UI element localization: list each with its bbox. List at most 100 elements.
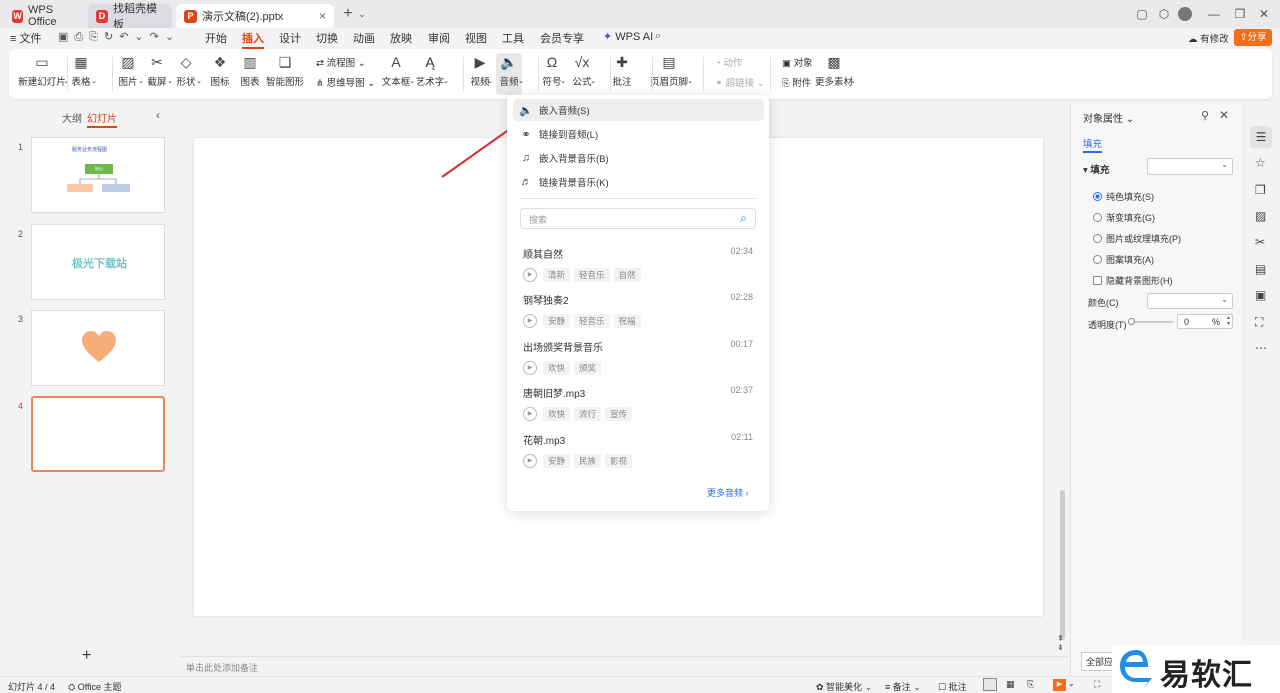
table-button[interactable]: ▦ 表格 ⌄ [67,53,97,95]
copy-icon[interactable]: ❐ [1255,183,1266,197]
quick-access-toolbar[interactable]: ▣⎙⎘↻↶⌄↷⌄ [58,30,180,44]
panel-title[interactable]: 对象属性 ⌄ [1083,110,1134,125]
menu-tools[interactable]: 工具 [502,30,524,46]
slider-handle[interactable] [1128,318,1135,325]
menu-insert[interactable]: 插入 [242,30,264,49]
song-item[interactable]: 顺其自然 02:34 ▶ 清新 轻音乐 自然 [523,246,753,282]
search-icon[interactable]: ⌕ [655,30,661,43]
beautify-button[interactable]: ✿ 智能美化 ⌄ [816,680,872,693]
play-icon[interactable]: ▶ [523,314,537,328]
shape-button[interactable]: ◇ 形状 ⌄ [172,53,202,95]
vertical-scrollbar[interactable] [1060,490,1065,640]
tab-outline[interactable]: 大纲 [62,110,82,125]
tab-slides[interactable]: 幻灯片 [87,110,117,128]
shirt-icon[interactable]: ⛶ [1255,315,1263,330]
link-audio-option[interactable]: ⚭ 链接到音频(L) [513,123,764,145]
menu-member[interactable]: 会员专享 [540,30,584,46]
textbox-button[interactable]: A 文本框 ⌄ [379,53,415,95]
close-tab-icon[interactable]: × [319,9,326,23]
wordart-button[interactable]: Ą 艺术字 ⌄ [413,53,449,95]
menu-review[interactable]: 审阅 [428,30,450,46]
image-icon[interactable]: ▨ [1255,209,1266,223]
attachment-button[interactable]: ⎘ 附件 [782,75,811,89]
cube-icon[interactable]: ⬡ [1156,6,1172,22]
tab-wps-office[interactable]: W WPS Office [4,4,84,28]
notes-area[interactable]: 单击此处添加备注 [180,656,1068,676]
avatar[interactable] [1178,7,1192,21]
page-nav-icons[interactable]: ⇞ ⇟ [1057,634,1064,652]
fill-section-header[interactable]: ▾ 填充 [1083,162,1109,176]
more-materials-button[interactable]: ▩ 更多素材 ⌄ [814,53,856,95]
book-icon[interactable]: ▤ [1255,262,1266,276]
action-button[interactable]: ◔ 动作 [715,55,742,69]
close-window-icon[interactable]: ✕ [1256,6,1272,22]
more-icon[interactable]: ⋯ [1255,341,1267,355]
solid-fill-radio[interactable]: 纯色填充(S) [1093,190,1154,203]
comments-button[interactable]: ☐ 批注 [938,680,967,693]
sorter-view-icon[interactable]: ▦ [1006,679,1015,690]
theme-indicator[interactable]: ⛭ Office 主题 [68,680,122,693]
audio-search-input[interactable]: 搜索 ⌕ [520,208,756,229]
song-item[interactable]: 唐朝旧梦.mp3 02:37 ▶ 欢快 流行 宣传 [523,385,753,421]
link-bg-music-option[interactable]: ♬ 链接背景音乐(K) [513,171,764,193]
play-icon[interactable]: ▶ [523,268,537,282]
audio-button[interactable]: 🔈 音频 ⌄ [496,53,524,95]
header-footer-button[interactable]: ▤ 页眉页脚 ⌄ [647,53,693,95]
mindmap-button[interactable]: ⋔ 思维导图 ⌄ [316,75,375,89]
flowchart-button[interactable]: ⇄ 流程图 ⌄ [316,55,366,69]
wps-ai-button[interactable]: ✦ WPS AI [603,30,653,43]
menu-animation[interactable]: 动画 [353,30,375,46]
play-slideshow-icon[interactable]: ▶ [1053,679,1066,691]
color-select[interactable]: ⌄ [1147,293,1233,309]
comment-button[interactable]: ✚ 批注 [611,53,633,95]
stepper-icon[interactable]: ▴ ▾ [1227,315,1230,327]
more-audio-link[interactable]: 更多音频 › [707,486,749,499]
fit-window-icon[interactable]: ⛶ [1094,679,1100,690]
tools-icon[interactable]: ✂ [1255,235,1265,249]
icon-button[interactable]: ❖ 图标 [208,53,232,95]
star-icon[interactable]: ☆ [1255,156,1266,170]
menu-view[interactable]: 视图 [465,30,487,46]
restore-icon[interactable]: ❐ [1232,6,1248,22]
reading-view-icon[interactable]: ⎘ [1027,679,1034,690]
share-button[interactable]: ⇪分享 [1234,29,1272,46]
edit-status-button[interactable]: ☁ 有修改 [1188,31,1229,45]
collapse-panel-icon[interactable]: ‹ [156,108,160,122]
tab-fill[interactable]: 填充 [1083,136,1103,153]
pin-icon[interactable]: ⚲ [1201,109,1209,122]
normal-view-icon[interactable] [983,678,997,691]
notes-button[interactable]: ≡ 备注 ⌄ [885,680,921,693]
slide-thumb-1[interactable]: 服务业务流程图 核心 [31,137,165,213]
file-menu[interactable]: ≡ 文件 [10,30,41,46]
song-item[interactable]: 钢琴独奏2 02:28 ▶ 安静 轻音乐 祝福 [523,292,753,328]
slide-thumb-3[interactable] [31,310,165,386]
screenshot-button[interactable]: ✂ 截屏 ⌄ [143,53,173,95]
pattern-fill-radio[interactable]: 图案填充(A) [1093,253,1154,266]
menu-start[interactable]: 开始 [205,30,227,46]
menu-slideshow[interactable]: 放映 [390,30,412,46]
object-button[interactable]: ▣ 对象 [782,55,813,69]
symbol-button[interactable]: Ω 符号 ⌄ [540,53,566,95]
hide-bg-checkbox[interactable]: 隐藏背景图形(H) [1093,274,1173,287]
tab-template[interactable]: D 找稻壳模板 [88,3,172,31]
play-icon[interactable]: ▶ [523,454,537,468]
tab-list-chevron-icon[interactable]: ⌄ [354,6,370,22]
tab-presentation[interactable]: P 演示文稿(2).pptx × [176,4,334,28]
smart-art-button[interactable]: ❏ 智能图形 [266,53,304,95]
song-item[interactable]: 花朝.mp3 02:11 ▶ 安静 民族 影视 [523,432,753,468]
transparency-slider[interactable] [1128,318,1173,325]
minimize-icon[interactable]: — [1206,6,1222,22]
chart-button[interactable]: ▥ 图表 [239,53,261,95]
search-icon[interactable]: ⌕ [740,211,747,226]
new-slide-button[interactable]: ▭新建幻灯片⌄ [17,53,69,95]
fill-type-select[interactable]: ⌄ [1147,158,1233,175]
picture-button[interactable]: ▨ 图片 ⌄ [114,53,144,95]
embed-audio-option[interactable]: 🔈 嵌入音频(S) [513,99,764,121]
play-icon[interactable]: ▶ [523,407,537,421]
embed-bg-music-option[interactable]: ♫ 嵌入背景音乐(B) [513,147,764,169]
hyperlink-button[interactable]: ⚭ 超链接 ⌄ [715,75,765,89]
window-layout-icon[interactable]: ▢ [1134,6,1150,22]
close-panel-icon[interactable]: ✕ [1219,108,1229,122]
song-item[interactable]: 出场颁奖背景音乐 00:17 ▶ 欢快 颁奖 [523,339,753,375]
gradient-fill-radio[interactable]: 渐变填充(G) [1093,211,1155,224]
